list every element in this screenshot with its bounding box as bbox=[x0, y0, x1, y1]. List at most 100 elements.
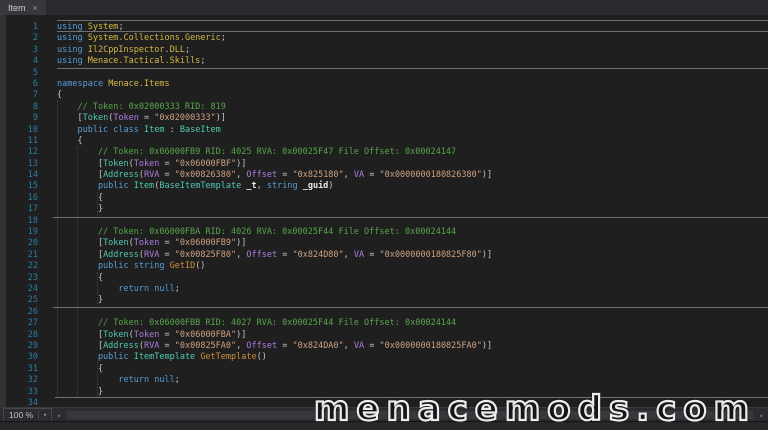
code-lines: 1 using System; 2 using System.Collections.… bbox=[0, 22, 768, 407]
code-line[interactable]: 23 { bbox=[0, 273, 768, 284]
code-text: [Token(Token = "0x06000FBF")] bbox=[57, 158, 247, 169]
zoom-control[interactable]: 100 % ▾ bbox=[3, 408, 53, 422]
code-line[interactable]: 7{ bbox=[0, 90, 768, 101]
indent-guide bbox=[97, 362, 98, 397]
line-number: 20 bbox=[27, 238, 38, 249]
indent-guide bbox=[57, 101, 58, 397]
code-text: public string GetID() bbox=[57, 261, 206, 272]
scroll-right-icon[interactable]: ▸ bbox=[755, 411, 768, 420]
code-line[interactable]: 31 { bbox=[0, 364, 768, 375]
code-line[interactable]: 11 { bbox=[0, 136, 768, 147]
code-text: { bbox=[57, 272, 104, 283]
code-line[interactable]: 4 using Menace.Tactical.Skills; bbox=[0, 56, 768, 67]
code-line[interactable]: 19 // Token: 0x06000FBA RID: 4026 RVA: 0… bbox=[0, 227, 768, 238]
code-text: public class Item : BaseItem bbox=[57, 124, 221, 135]
line-number: 5 bbox=[32, 67, 38, 78]
code-line[interactable]: 26 bbox=[0, 307, 768, 318]
code-line[interactable]: 21 [Address(RVA = "0x00825F80", Offset =… bbox=[0, 250, 768, 261]
code-line[interactable]: 13 [Token(Token = "0x06000FBF")] bbox=[0, 159, 768, 170]
line-number: 3 bbox=[32, 44, 38, 55]
close-icon[interactable]: × bbox=[33, 3, 38, 13]
code-line[interactable]: 12 // Token: 0x06000FB9 RID: 4025 RVA: 0… bbox=[0, 147, 768, 158]
ide-window: Item × 1 using System; 2 using System.Colle… bbox=[0, 0, 768, 430]
tab-title: Item bbox=[8, 2, 26, 13]
code-line[interactable]: 20 [Token(Token = "0x06000FB9")] bbox=[0, 238, 768, 249]
line-number: 16 bbox=[27, 192, 38, 203]
line-number: 13 bbox=[27, 158, 38, 169]
code-text: [Address(RVA = "0x00825FA0", Offset = "0… bbox=[57, 340, 493, 351]
code-line[interactable]: 3 using Il2CppInspector.DLL; bbox=[0, 45, 768, 56]
code-line[interactable]: 29 [Address(RVA = "0x00825FA0", Offset =… bbox=[0, 341, 768, 352]
code-line[interactable]: 14 [Address(RVA = "0x00826380", Offset =… bbox=[0, 170, 768, 181]
code-line[interactable]: 30 public ItemTemplate GetTemplate() bbox=[0, 352, 768, 363]
code-text: { bbox=[57, 363, 104, 374]
indent-guide bbox=[97, 192, 98, 215]
seam-line bbox=[57, 31, 768, 32]
code-line[interactable]: 32 return null; bbox=[0, 375, 768, 386]
seam-line bbox=[57, 68, 768, 69]
code-text: { bbox=[57, 192, 104, 203]
code-line[interactable]: 22 public string GetID() bbox=[0, 261, 768, 272]
seam-line bbox=[53, 217, 768, 218]
line-number: 24 bbox=[27, 283, 38, 294]
line-number: 17 bbox=[27, 204, 38, 215]
code-text: using Il2CppInspector.DLL; bbox=[57, 44, 191, 55]
line-number: 25 bbox=[27, 295, 38, 306]
chevron-down-icon[interactable]: ▾ bbox=[38, 411, 51, 419]
code-text: // Token: 0x06000FBB RID: 4027 RVA: 0x00… bbox=[57, 318, 457, 329]
line-number: 19 bbox=[27, 227, 38, 238]
line-number: 14 bbox=[27, 170, 38, 181]
code-text: } bbox=[57, 204, 104, 215]
line-number: 2 bbox=[32, 33, 38, 44]
indent-guide bbox=[97, 272, 98, 306]
scroll-left-icon[interactable]: ◂ bbox=[52, 411, 65, 420]
zoom-level: 100 % bbox=[9, 410, 34, 420]
seam-line bbox=[53, 307, 768, 308]
line-number: 29 bbox=[27, 340, 38, 351]
code-line[interactable]: 8 // Token: 0x02000333 RID: 819 bbox=[0, 102, 768, 113]
line-number: 27 bbox=[27, 318, 38, 329]
code-line[interactable]: 17 } bbox=[0, 204, 768, 215]
code-text: [Token(Token = "0x06000FBA")] bbox=[57, 329, 247, 340]
line-number: 31 bbox=[27, 363, 38, 374]
code-line[interactable]: 27 // Token: 0x06000FBB RID: 4027 RVA: 0… bbox=[0, 318, 768, 329]
code-text: using System.Collections.Generic; bbox=[57, 33, 226, 44]
code-line[interactable]: 6 namespace Menace.Items bbox=[0, 79, 768, 90]
code-line[interactable]: 15 public Item(BaseItemTemplate _t, stri… bbox=[0, 181, 768, 192]
code-line[interactable]: 2 using System.Collections.Generic; bbox=[0, 33, 768, 44]
line-number: 7 bbox=[32, 90, 38, 101]
line-number: 1 bbox=[32, 22, 38, 32]
line-number: 12 bbox=[27, 147, 38, 158]
code-line[interactable]: 24 return null; bbox=[0, 284, 768, 295]
tab-strip: Item × bbox=[0, 0, 768, 15]
code-line[interactable]: 25 } bbox=[0, 295, 768, 306]
code-editor[interactable]: 1 using System; 2 using System.Collections.… bbox=[0, 15, 768, 407]
seam-line bbox=[57, 20, 768, 21]
indent-guide bbox=[77, 147, 78, 397]
code-text: } bbox=[57, 295, 104, 306]
tab-item[interactable]: Item × bbox=[0, 0, 46, 15]
code-line[interactable]: 16 { bbox=[0, 193, 768, 204]
line-number: 15 bbox=[27, 181, 38, 192]
line-number: 18 bbox=[27, 215, 38, 226]
line-number: 10 bbox=[27, 124, 38, 135]
code-text: // Token: 0x06000FBA RID: 4026 RVA: 0x00… bbox=[57, 227, 457, 238]
line-number: 32 bbox=[27, 375, 38, 386]
line-number: 6 bbox=[32, 78, 38, 89]
code-line[interactable]: 10 public class Item : BaseItem bbox=[0, 125, 768, 136]
code-text: public Item(BaseItemTemplate _t, string … bbox=[57, 181, 334, 192]
code-text: { bbox=[57, 90, 63, 101]
code-text: namespace Menace.Items bbox=[57, 78, 170, 89]
code-line[interactable]: 28 [Token(Token = "0x06000FBA")] bbox=[0, 330, 768, 341]
code-line[interactable]: 9 [Token(Token = "0x02000333")] bbox=[0, 113, 768, 124]
line-number: 26 bbox=[27, 306, 38, 317]
code-text: using Menace.Tactical.Skills; bbox=[57, 56, 206, 67]
code-text: // Token: 0x06000FB9 RID: 4025 RVA: 0x00… bbox=[57, 147, 457, 158]
code-text: public ItemTemplate GetTemplate() bbox=[57, 352, 267, 363]
line-number: 21 bbox=[27, 249, 38, 260]
code-text: [Address(RVA = "0x00826380", Offset = "0… bbox=[57, 170, 493, 181]
code-line[interactable]: 5 bbox=[0, 68, 768, 79]
line-number: 23 bbox=[27, 272, 38, 283]
